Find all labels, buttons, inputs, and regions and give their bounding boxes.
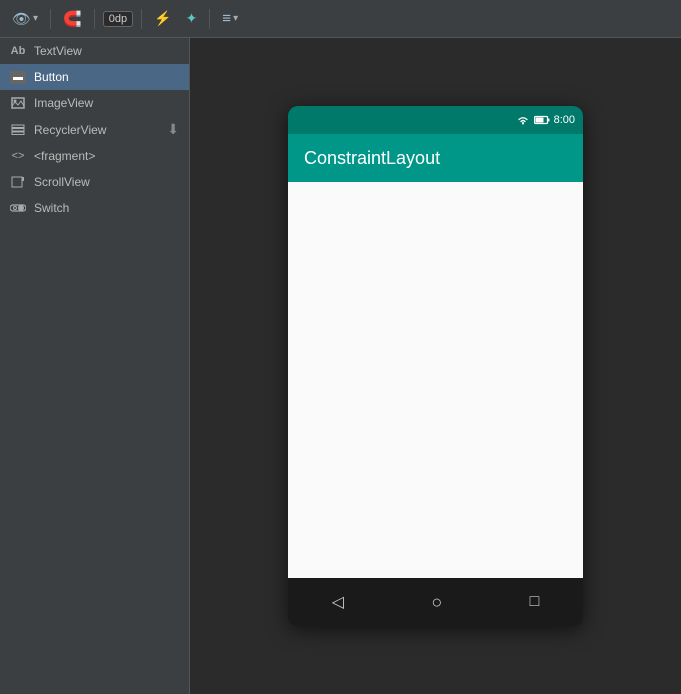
imageview-icon [10, 95, 26, 111]
wifi-icon [516, 115, 530, 125]
toolbar-separator-4 [209, 9, 210, 29]
palette-item-fragment[interactable]: <> <fragment> [0, 143, 189, 169]
download-icon[interactable]: ⬇ [167, 121, 179, 138]
palette-panel: Ab TextView ▬ Button ImageView [0, 38, 190, 694]
recyclerview-icon [10, 122, 26, 138]
toolbar-separator-1 [50, 9, 51, 29]
status-icons: 8:00 [516, 114, 575, 126]
nav-back-button[interactable]: ◁ [332, 592, 344, 612]
palette-item-switch[interactable]: Switch [0, 195, 189, 221]
dimension-badge[interactable]: 0dp [103, 11, 133, 27]
button-label: Button [34, 70, 179, 84]
textview-icon: Ab [10, 43, 26, 59]
main-toolbar: 👁 ▾ 🧲 0dp ⚡ ✦ ≡ ▾ [0, 0, 681, 38]
button-icon: ▬ [10, 69, 26, 85]
text-align-button[interactable]: ≡ ▾ [218, 8, 242, 29]
eye-button[interactable]: 👁 ▾ [8, 8, 42, 30]
scrollview-label: ScrollView [34, 175, 179, 189]
main-area: Ab TextView ▬ Button ImageView [0, 38, 681, 694]
eye-dropdown-icon: ▾ [33, 13, 38, 24]
switch-label: Switch [34, 201, 179, 215]
toolbar-separator-2 [94, 9, 95, 29]
phone-app-bar: ConstraintLayout [288, 134, 583, 182]
eye-icon: 👁 [12, 10, 31, 28]
design-canvas[interactable]: 8:00 ConstraintLayout ◁ ○ □ [190, 38, 681, 694]
text-align-dropdown-icon: ▾ [233, 13, 238, 24]
wand-button[interactable]: ✦ [182, 8, 202, 29]
phone-mockup: 8:00 ConstraintLayout ◁ ○ □ [288, 106, 583, 626]
fragment-label: <fragment> [34, 149, 179, 163]
align-icon: ⚡ [154, 10, 171, 27]
status-time: 8:00 [554, 114, 575, 126]
dimension-label: 0dp [109, 13, 127, 25]
fragment-icon: <> [10, 148, 26, 164]
palette-item-scrollview[interactable]: ScrollView [0, 169, 189, 195]
palette-item-recyclerview[interactable]: RecyclerView ⬇ [0, 116, 189, 143]
phone-content-area [288, 182, 583, 578]
magnet-icon: 🧲 [63, 10, 82, 28]
nav-overview-button[interactable]: □ [530, 593, 540, 611]
wand-icon: ✦ [186, 10, 198, 27]
imageview-label: ImageView [34, 96, 179, 110]
palette-item-imageview[interactable]: ImageView [0, 90, 189, 116]
align-button[interactable]: ⚡ [150, 8, 175, 29]
text-align-icon: ≡ [222, 10, 231, 27]
phone-nav-bar: ◁ ○ □ [288, 578, 583, 626]
textview-label: TextView [34, 44, 179, 58]
magnet-button[interactable]: 🧲 [59, 8, 86, 30]
toolbar-separator-3 [141, 9, 142, 29]
palette-item-textview[interactable]: Ab TextView [0, 38, 189, 64]
nav-home-button[interactable]: ○ [431, 592, 442, 613]
recyclerview-label: RecyclerView [34, 123, 159, 137]
battery-icon [534, 115, 550, 125]
phone-status-bar: 8:00 [288, 106, 583, 134]
palette-item-button[interactable]: ▬ Button [0, 64, 189, 90]
app-bar-title: ConstraintLayout [304, 148, 440, 169]
switch-icon [10, 200, 26, 216]
scrollview-icon [10, 174, 26, 190]
